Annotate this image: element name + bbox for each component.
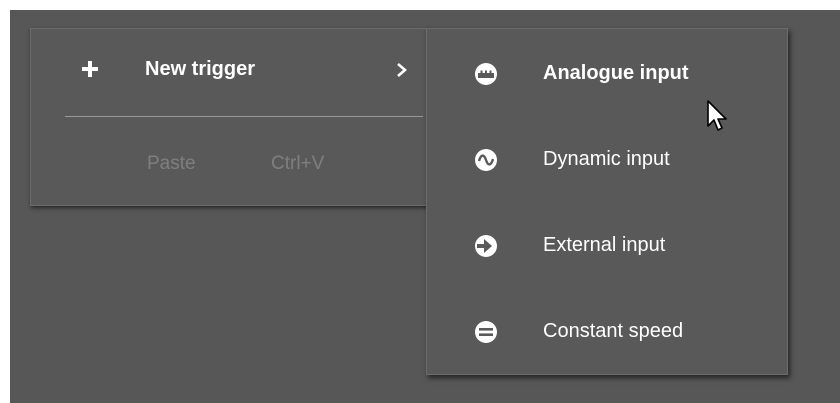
external-input-label: External input <box>543 234 666 256</box>
paste-shortcut: Ctrl+V <box>271 153 325 174</box>
submenu-item-external-input[interactable]: External input <box>427 203 787 283</box>
dynamic-input-label: Dynamic input <box>543 148 670 170</box>
constant-speed-label: Constant speed <box>543 320 684 342</box>
plus-icon <box>82 61 98 77</box>
submenu-item-analogue-input[interactable]: Analogue input <box>427 31 787 111</box>
constant-speed-icon <box>475 321 497 343</box>
submenu-item-constant-speed[interactable]: Constant speed <box>427 289 787 369</box>
analogue-input-label: Analogue input <box>543 62 689 84</box>
external-input-icon <box>475 235 497 257</box>
analogue-input-icon <box>475 63 497 85</box>
menu-divider <box>65 116 423 117</box>
mouse-pointer-icon <box>707 100 727 131</box>
new-trigger-label[interactable]: New trigger <box>145 55 255 83</box>
submenu-item-dynamic-input[interactable]: Dynamic input <box>427 117 787 197</box>
context-menu: New trigger Paste Ctrl+V <box>30 28 430 206</box>
chevron-right-icon <box>397 63 407 77</box>
new-trigger-submenu: Analogue input Dynamic input External in… <box>426 28 788 375</box>
dynamic-input-icon <box>475 149 497 171</box>
paste-menu-item[interactable]: Paste <box>147 151 196 177</box>
